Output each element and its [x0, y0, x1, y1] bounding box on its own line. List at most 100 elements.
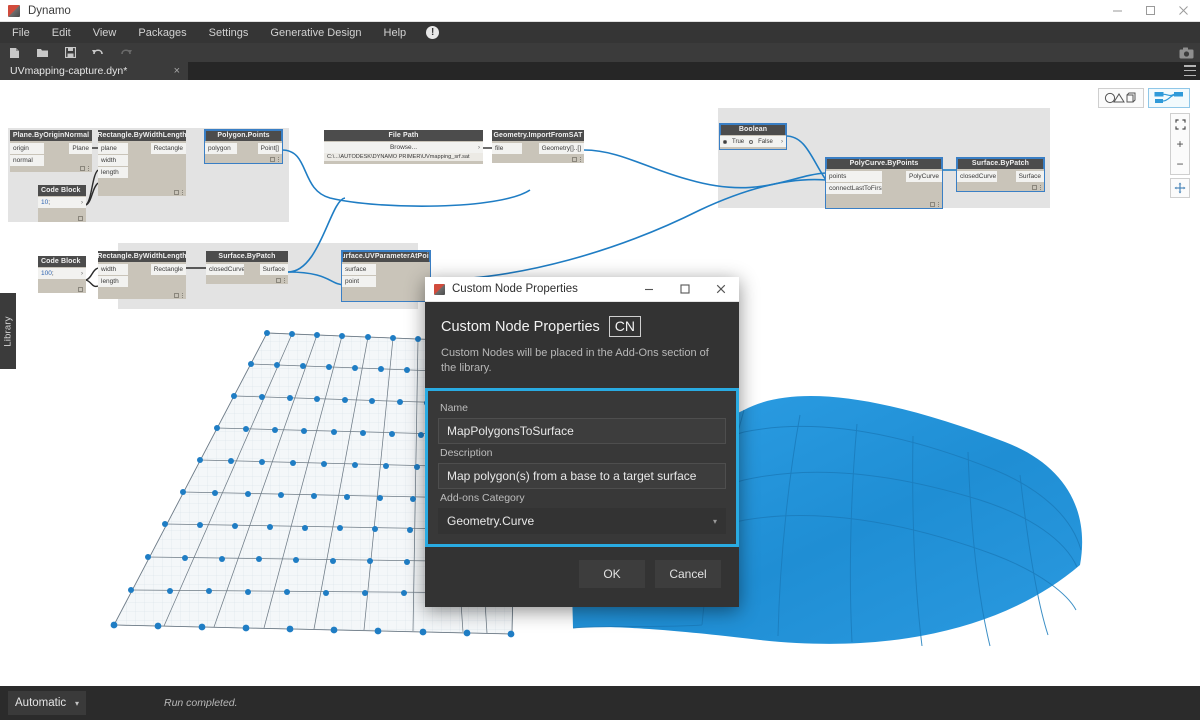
graph-view-icon[interactable] [1148, 88, 1190, 108]
code-block-value[interactable]: 100 [41, 270, 52, 277]
hamburger-menu-icon[interactable] [1184, 65, 1196, 76]
port-width[interactable]: width [98, 155, 128, 166]
tab-close-icon[interactable]: × [174, 66, 180, 77]
maximize-icon[interactable] [1134, 0, 1167, 22]
zoom-out-button[interactable]: − [1171, 154, 1189, 174]
file-path-output-port[interactable]: › [478, 145, 480, 151]
node-geometry-importfromsat[interactable]: Geometry.ImportFromSAT file Geometry[]..… [492, 130, 584, 163]
menu-item-help[interactable]: Help [373, 22, 418, 43]
port-closedcurve[interactable]: closedCurve [206, 264, 244, 275]
dynamo-window: Dynamo File Edit View Packages Settings … [0, 0, 1200, 720]
browse-label: Browse... [390, 144, 417, 151]
node-code-block-1[interactable]: Code Block 10 ; › [38, 185, 86, 222]
port-point[interactable]: point [342, 276, 376, 287]
port-length[interactable]: length [98, 276, 128, 287]
port-polygon[interactable]: polygon [205, 143, 237, 154]
menu-item-settings[interactable]: Settings [198, 22, 260, 43]
zoom-in-button[interactable]: + [1171, 134, 1189, 154]
run-mode-select[interactable]: Automatic ▾ [8, 691, 86, 715]
info-icon[interactable]: ! [426, 26, 439, 39]
port-surface-out[interactable]: Surface [1016, 171, 1044, 182]
node-title: PolyCurve.ByPoints [826, 158, 942, 169]
port-normal[interactable]: normal [10, 155, 44, 166]
menu-item-generative-design[interactable]: Generative Design [259, 22, 372, 43]
library-label: Library [3, 316, 14, 346]
node-polycurve-bypoints[interactable]: PolyCurve.ByPoints points PolyCurve conn… [826, 158, 942, 208]
node-footer-glyphs [78, 287, 83, 292]
port-width[interactable]: width [98, 264, 128, 275]
category-select[interactable]: Geometry.Curve ▾ [438, 508, 726, 534]
tab-uvmapping-capture[interactable]: UVmapping-capture.dyn* × [0, 62, 188, 80]
node-surface-bypatch-1[interactable]: Surface.ByPatch closedCurve Surface [206, 251, 288, 284]
port-points[interactable]: points [826, 171, 882, 182]
code-block-output-port[interactable]: › [81, 200, 83, 206]
port-point-array-out[interactable]: Point[] [258, 143, 282, 154]
window-controls [1101, 0, 1200, 22]
port-geometry-out[interactable]: Geometry[]..[] [539, 143, 584, 154]
menu-item-edit[interactable]: Edit [41, 22, 82, 43]
window-title: Dynamo [28, 5, 71, 17]
radio-true[interactable] [723, 140, 727, 144]
undo-icon[interactable] [84, 43, 112, 62]
node-polygon-points[interactable]: Polygon.Points polygon Point[] [205, 130, 282, 163]
dialog-heading: Custom Node Properties [441, 319, 600, 335]
close-icon[interactable] [703, 277, 739, 302]
radio-false[interactable] [749, 140, 753, 144]
viewport-view-toggles [1098, 88, 1190, 108]
new-file-icon[interactable] [0, 43, 28, 62]
port-connectlasttofirst[interactable]: connectLastToFirst [826, 183, 882, 194]
port-rectangle-out[interactable]: Rectangle [151, 143, 186, 154]
dynamo-logo-icon [434, 284, 445, 295]
menu-item-packages[interactable]: Packages [127, 22, 197, 43]
port-file[interactable]: file [492, 143, 522, 154]
port-polycurve-out[interactable]: PolyCurve [906, 171, 942, 182]
node-rectangle-bywidthlength-1[interactable]: Rectangle.ByWidthLength plane Rectangle … [98, 130, 186, 196]
cancel-button[interactable]: Cancel [655, 560, 721, 588]
port-origin[interactable]: origin [10, 143, 44, 154]
open-file-icon[interactable] [28, 43, 56, 62]
port-surface-out[interactable]: Surface [260, 264, 288, 275]
code-block-output-port[interactable]: › [81, 271, 83, 277]
port-length[interactable]: length [98, 167, 128, 178]
boolean-output-port[interactable]: › [781, 139, 783, 145]
minimize-icon[interactable] [1101, 0, 1134, 22]
pan-orbit-icon[interactable] [1170, 178, 1190, 198]
code-block-value[interactable]: 10 [41, 199, 48, 206]
menu-item-view[interactable]: View [82, 22, 128, 43]
main-toolbar [0, 43, 1200, 62]
node-boolean[interactable]: Boolean True False › [720, 124, 786, 149]
port-rectangle-out[interactable]: Rectangle [151, 264, 186, 275]
node-footer-glyphs [270, 157, 279, 162]
node-file-path[interactable]: File Path Browse... › C:\...\AUTODESK\DY… [324, 130, 483, 164]
node-code-block-2[interactable]: Code Block 100 ; › [38, 256, 86, 293]
redo-icon[interactable] [112, 43, 140, 62]
fit-to-screen-icon[interactable] [1171, 114, 1189, 134]
camera-icon[interactable] [1172, 43, 1200, 62]
description-input[interactable]: Map polygon(s) from a base to a target s… [438, 463, 726, 489]
geometry-view-icon[interactable] [1098, 88, 1144, 108]
node-rectangle-bywidthlength-2[interactable]: Rectangle.ByWidthLength width Rectangle … [98, 251, 186, 299]
menubar: File Edit View Packages Settings Generat… [0, 22, 1200, 43]
menu-item-file[interactable]: File [0, 22, 41, 43]
workspace-canvas[interactable]: Plane.ByOriginNormal origin Plane normal… [0, 80, 1200, 686]
library-panel-tab[interactable]: Library [0, 293, 16, 369]
node-title: Plane.ByOriginNormal [10, 130, 92, 141]
name-label: Name [440, 402, 726, 414]
port-plane[interactable]: plane [98, 143, 128, 154]
node-footer-glyphs [174, 190, 183, 195]
close-icon[interactable] [1167, 0, 1200, 22]
port-surface[interactable]: surface [342, 264, 376, 275]
node-surface-bypatch-2[interactable]: Surface.ByPatch closedCurve Surface [957, 158, 1044, 191]
port-closedcurve[interactable]: closedCurve [957, 171, 997, 182]
browse-button[interactable]: Browse... › [324, 142, 483, 153]
minimize-icon[interactable] [631, 277, 667, 302]
name-input[interactable]: MapPolygonsToSurface [438, 418, 726, 444]
port-plane-out[interactable]: Plane [69, 143, 92, 154]
node-surface-uvparameteratpoint[interactable]: Surface.UVParameterAtPoint surface point [342, 251, 430, 301]
category-value: Geometry.Curve [447, 514, 534, 528]
node-plane-byoriginnormal[interactable]: Plane.ByOriginNormal origin Plane normal [10, 130, 92, 172]
maximize-icon[interactable] [667, 277, 703, 302]
save-file-icon[interactable] [56, 43, 84, 62]
ok-button[interactable]: OK [579, 560, 645, 588]
description-label: Description [440, 447, 726, 459]
